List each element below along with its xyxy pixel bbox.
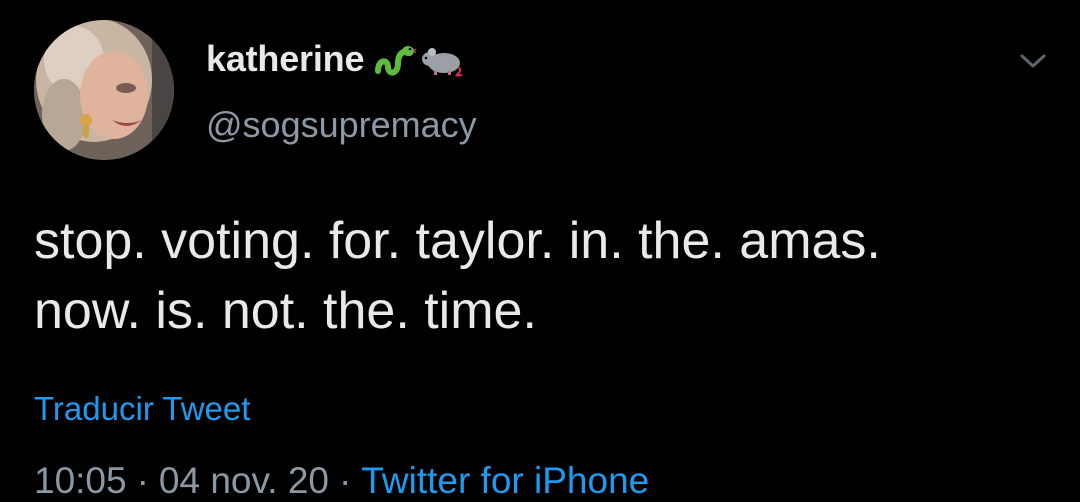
user-handle[interactable]: @sogsupremacy	[206, 104, 477, 146]
meta-separator: ·	[136, 460, 149, 501]
tweet-date[interactable]: 04 nov. 20	[159, 460, 329, 502]
tweet-text-line: now. is. not. the. time.	[34, 282, 537, 340]
meta-separator: ·	[338, 460, 352, 501]
chevron-down-icon	[1020, 54, 1046, 68]
display-name-text: katherine	[206, 38, 365, 79]
display-name[interactable]: katherine	[206, 38, 468, 80]
translate-tweet-link[interactable]: Traducir Tweet	[34, 390, 250, 428]
tweet-text: stop. voting. for. taylor. in. the. amas…	[34, 206, 1054, 346]
avatar-photo	[34, 20, 174, 160]
tweet-detail: katherine @sogsupremacy stop. voting. fo…	[0, 0, 1080, 502]
snake-icon	[375, 46, 417, 76]
tweet-meta: 10:05 · 04 nov. 20 · Twitter for iPhone	[34, 460, 649, 502]
avatar[interactable]	[34, 20, 174, 160]
tweet-time[interactable]: 10:05	[34, 460, 127, 502]
tweet-menu-button[interactable]	[1016, 44, 1050, 78]
rat-icon	[422, 48, 463, 77]
tweet-source-link[interactable]: Twitter for iPhone	[361, 460, 649, 502]
name-emojis	[372, 39, 468, 79]
tweet-text-line: stop. voting. for. taylor. in. the. amas…	[34, 212, 881, 270]
